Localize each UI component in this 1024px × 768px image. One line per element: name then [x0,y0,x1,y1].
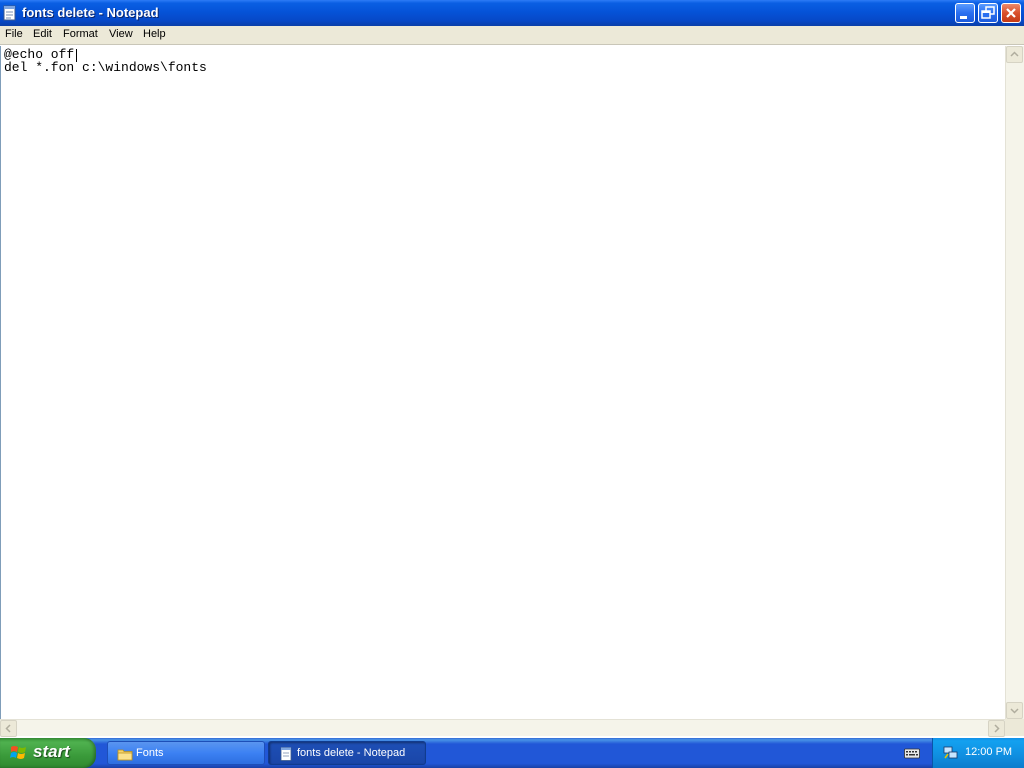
folder-icon [117,749,133,761]
arrow-right-icon [994,724,1000,733]
menu-edit[interactable]: Edit [33,28,52,40]
arrow-up-icon [1010,51,1019,57]
scroll-left-button[interactable] [0,720,17,737]
taskbar: start Fonts fonts delete - Notepad 12:00… [0,738,1024,768]
menu-bar: File Edit Format View Help [0,26,1024,45]
network-icon[interactable] [943,745,959,761]
scrollbar-corner [1005,719,1024,736]
keyboard-icon[interactable] [904,746,920,760]
restore-button[interactable] [978,3,998,23]
scroll-up-button[interactable] [1006,46,1023,63]
text-editor[interactable]: @echo off del *.fon c:\windows\fonts [0,46,1005,719]
system-tray: 12:00 PM [932,738,1024,768]
taskbar-item-notepad[interactable]: fonts delete - Notepad [268,741,426,765]
taskbar-item-label: Fonts [136,747,164,759]
menu-format[interactable]: Format [63,28,98,40]
taskbar-item-label: fonts delete - Notepad [297,747,406,759]
text-caret [76,49,77,62]
arrow-left-icon [5,724,11,733]
close-icon [1006,8,1016,18]
horizontal-scrollbar[interactable] [0,719,1005,737]
vertical-scrollbar[interactable] [1005,46,1024,719]
menu-view[interactable]: View [109,28,133,40]
taskbar-item-fonts[interactable]: Fonts [107,741,265,765]
scroll-down-button[interactable] [1006,702,1023,719]
minimize-button[interactable] [955,3,975,23]
menu-help[interactable]: Help [143,28,166,40]
windows-logo-icon [10,746,26,759]
window-title: fonts delete - Notepad [22,5,159,20]
scroll-right-button[interactable] [988,720,1005,737]
restore-icon [981,6,995,19]
title-bar[interactable]: fonts delete - Notepad [0,0,1024,26]
arrow-down-icon [1010,708,1019,714]
menu-file[interactable]: File [5,28,23,40]
notepad-icon [280,747,292,761]
start-button[interactable]: start [0,738,96,768]
minimize-icon [960,16,967,19]
clock[interactable]: 12:00 PM [965,746,1012,758]
notepad-icon [3,5,16,21]
start-label: start [33,742,70,761]
editor-line: del *.fon c:\windows\fonts [4,60,207,75]
close-button[interactable] [1001,3,1021,23]
